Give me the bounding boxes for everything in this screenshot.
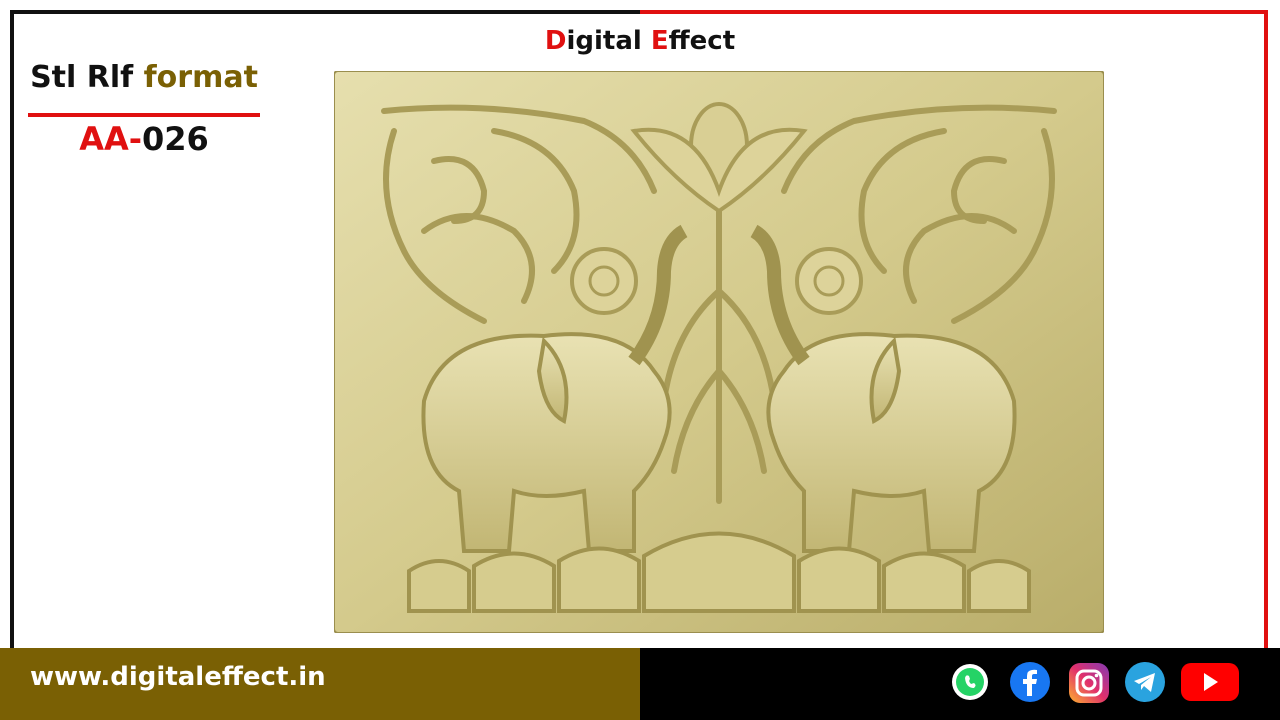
instagram-icon[interactable] [1068,660,1110,704]
format-word: format [143,60,258,95]
website-link[interactable]: www.digitaleffect.in [30,662,326,692]
product-code: AA-026 [28,120,260,158]
frame-right-border [1264,10,1268,650]
format-prefix: Stl Rlf [30,60,144,95]
frame-left-border [10,10,14,650]
brand-text-2: ffect [668,26,736,56]
relief-panel-image [334,71,1104,633]
brand-text-1: igital [566,26,651,56]
frame-top-right-border [640,10,1268,14]
brand-letter-e: E [650,26,669,56]
facebook-icon[interactable] [1008,660,1052,704]
title-underline [28,113,260,117]
telegram-icon[interactable] [1124,660,1166,704]
whatsapp-icon[interactable] [950,660,990,704]
frame-top-left-border [10,10,640,14]
format-title: Stl Rlf format [28,60,260,95]
brand-letter-d: D [544,26,567,56]
code-prefix: AA- [79,120,142,158]
youtube-icon[interactable] [1180,660,1240,704]
code-number: 026 [142,120,209,158]
brand-title: Digital Effect [0,26,1280,56]
